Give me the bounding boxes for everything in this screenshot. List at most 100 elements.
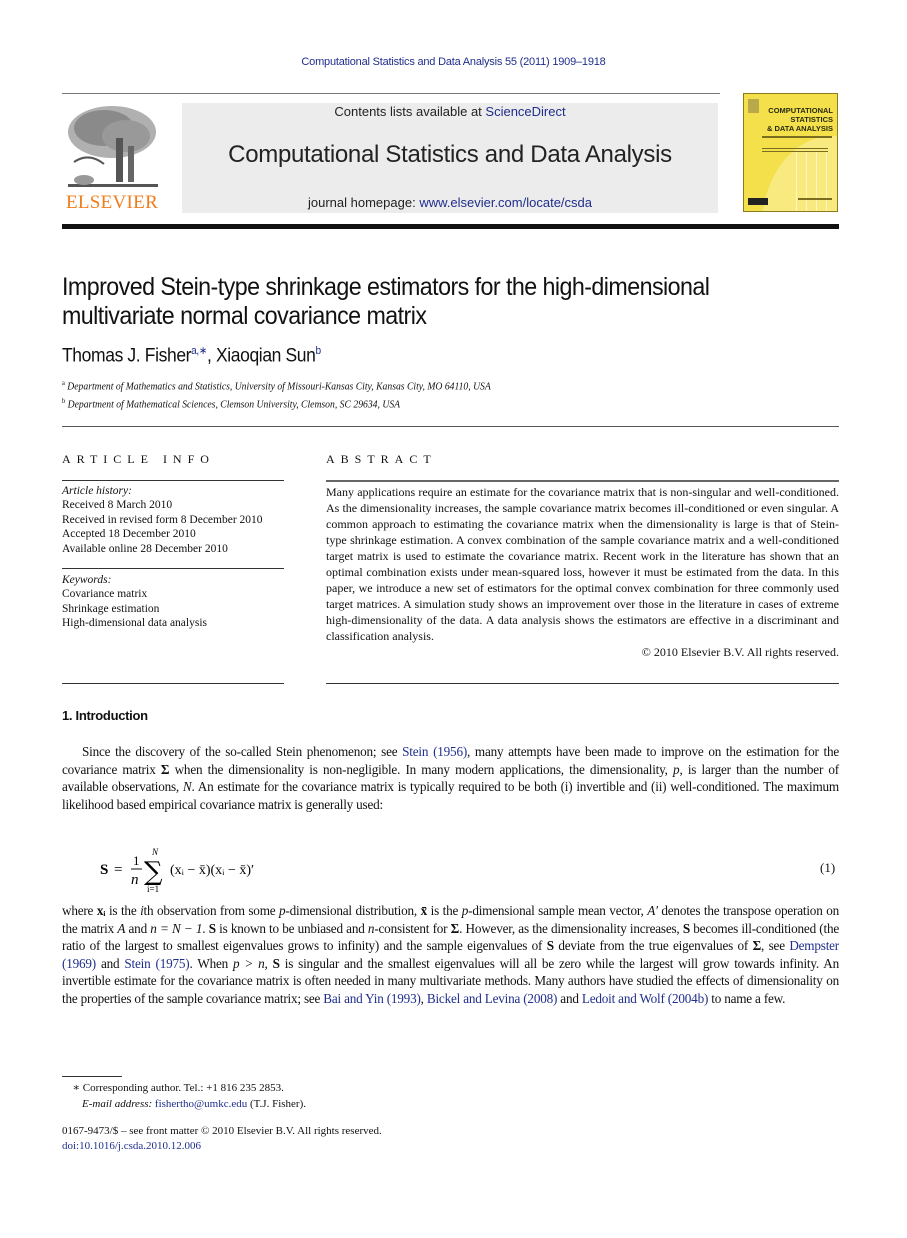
citation-link[interactable]: Stein (1956) bbox=[402, 744, 467, 759]
text: and bbox=[125, 920, 151, 936]
journal-cover[interactable]: COMPUTATIONAL STATISTICS & DATA ANALYSIS bbox=[743, 93, 838, 212]
eq-lhs: S bbox=[100, 862, 108, 878]
doi-link[interactable]: doi:10.1016/j.csda.2010.12.006 bbox=[62, 1140, 201, 1152]
affiliation-mark: a bbox=[62, 379, 65, 387]
doi-line: doi:10.1016/j.csda.2010.12.006 bbox=[62, 1139, 201, 1154]
cover-text-bar bbox=[762, 151, 828, 152]
text: where bbox=[62, 903, 97, 918]
email-suffix: (T.J. Fisher). bbox=[247, 1098, 306, 1110]
homepage-prefix: journal homepage: bbox=[308, 195, 420, 210]
citation-link[interactable]: Ledoit and Wolf (2004b) bbox=[582, 991, 709, 1006]
cover-stripe bbox=[826, 152, 827, 211]
history-item: Available online 28 December 2010 bbox=[62, 542, 228, 555]
eq-sum-sign: ∑ bbox=[144, 857, 163, 887]
equation-render: S = 1 n N ∑ i=1 (xᵢ − x̄)(xᵢ − x̄)′ bbox=[100, 847, 254, 894]
author-name: Thomas J. Fisher bbox=[62, 345, 192, 367]
citation-link[interactable]: Stein (1975) bbox=[124, 956, 189, 971]
text: deviate from the true eigenvalues of bbox=[553, 938, 753, 954]
text: . When bbox=[189, 955, 234, 971]
author-separator: , bbox=[206, 345, 216, 367]
cover-title-line3: & DATA ANALYSIS bbox=[767, 124, 833, 133]
text: , see bbox=[761, 938, 790, 954]
front-matter-divider bbox=[62, 426, 839, 427]
section-heading-introduction: 1. Introduction bbox=[62, 708, 148, 723]
affiliation-text: Department of Mathematics and Statistics… bbox=[67, 381, 491, 393]
equation-number: (1) bbox=[820, 860, 836, 875]
article-history: Article history: Received 8 March 2010 R… bbox=[62, 484, 284, 556]
text: th observation from some bbox=[143, 903, 280, 918]
eq-body: (xᵢ − x̄)(xᵢ − x̄)′ bbox=[170, 863, 254, 878]
affiliation-mark: b bbox=[62, 397, 66, 405]
abstract-text: Many applications require an estimate fo… bbox=[326, 485, 839, 643]
math-symbol: S bbox=[546, 938, 554, 954]
title-line-1: Improved Stein-type shrinkage estimators… bbox=[62, 273, 710, 301]
text: and bbox=[95, 955, 125, 971]
sciencedirect-link[interactable]: ScienceDirect bbox=[485, 104, 565, 119]
citation-link[interactable]: Bai and Yin (1993) bbox=[323, 991, 421, 1006]
header-thick-divider bbox=[62, 224, 839, 229]
text: is the bbox=[105, 903, 141, 918]
eq-frac-num: 1 bbox=[133, 853, 140, 868]
equation-1: S = 1 n N ∑ i=1 (xᵢ − x̄)(xᵢ − x̄)′ bbox=[100, 847, 300, 903]
contents-line: Contents lists available at ScienceDirec… bbox=[182, 104, 718, 119]
affiliation-b: b Department of Mathematical Sciences, C… bbox=[62, 397, 400, 411]
math-symbol: Σ bbox=[450, 920, 460, 936]
issn-line: 0167-9473/$ – see front matter © 2010 El… bbox=[62, 1125, 382, 1137]
text: to name a few. bbox=[708, 990, 786, 1006]
math-symbol: S bbox=[208, 920, 216, 936]
elsevier-logo[interactable]: ELSEVIER bbox=[62, 102, 162, 214]
math-symbol: A′ bbox=[647, 903, 658, 918]
email-link[interactable]: fishertho@umkc.edu bbox=[155, 1098, 247, 1110]
email-label: E-mail address: bbox=[82, 1098, 155, 1110]
eq-sum-lower: i=1 bbox=[147, 884, 159, 894]
abstract-body: Many applications require an estimate fo… bbox=[326, 484, 839, 660]
affiliation-a: a Department of Mathematics and Statisti… bbox=[62, 379, 491, 393]
footnote-email: E-mail address: fishertho@umkc.edu (T.J.… bbox=[82, 1097, 306, 1112]
eq-frac-den: n bbox=[131, 872, 139, 888]
article-info-heading: ARTICLE INFO bbox=[62, 452, 215, 466]
top-divider bbox=[62, 93, 720, 94]
text: . However, as the dimensionality increas… bbox=[459, 920, 683, 936]
keyword-item: Covariance matrix bbox=[62, 588, 148, 601]
cover-title-line2: STATISTICS bbox=[790, 115, 833, 124]
math-symbol: S bbox=[272, 955, 280, 971]
history-item: Accepted 18 December 2010 bbox=[62, 528, 196, 541]
cover-footer-bar bbox=[798, 198, 832, 200]
citation-link[interactable]: Bickel and Levina (2008) bbox=[427, 991, 558, 1006]
cover-badge bbox=[748, 198, 768, 205]
keyword-item: Shrinkage estimation bbox=[62, 602, 160, 615]
abstract-heading: ABSTRACT bbox=[326, 452, 437, 466]
abstract-copyright: © 2010 Elsevier B.V. All rights reserved… bbox=[641, 645, 839, 659]
cover-elsevier-icon bbox=[748, 99, 759, 113]
footnote-mark: ∗ bbox=[72, 1082, 80, 1094]
journal-title: Computational Statistics and Data Analys… bbox=[228, 141, 672, 168]
cover-subtitle-bar bbox=[762, 136, 832, 138]
cover-stripe bbox=[806, 152, 807, 211]
text: is the bbox=[427, 903, 462, 918]
affiliation-text: Department of Mathematical Sciences, Cle… bbox=[67, 399, 401, 411]
math-symbol: S bbox=[682, 920, 690, 936]
article-history-label: Article history: bbox=[62, 485, 132, 497]
abstract-bottom-divider bbox=[326, 683, 839, 684]
keyword-item: High-dimensional data analysis bbox=[62, 617, 207, 630]
text: -dimensional distribution, bbox=[285, 903, 421, 918]
homepage-link[interactable]: www.elsevier.com/locate/csda bbox=[419, 195, 592, 210]
text: is known to be unbiased and bbox=[215, 920, 368, 936]
author-affiliation-mark[interactable]: a,∗ bbox=[191, 345, 207, 357]
math-expression: n = N − 1 bbox=[150, 920, 203, 936]
math-expression: p > n, bbox=[233, 955, 273, 971]
intro-paragraph-1: Since the discovery of the so-called Ste… bbox=[62, 743, 839, 813]
cover-stripe bbox=[816, 152, 817, 211]
eq-equals: = bbox=[114, 862, 122, 878]
cover-title-line1: COMPUTATIONAL bbox=[768, 106, 833, 115]
article-title: Improved Stein-type shrinkage estimators… bbox=[62, 273, 787, 331]
article-info-bottom-divider bbox=[62, 683, 284, 684]
journal-homepage: journal homepage: www.elsevier.com/locat… bbox=[182, 195, 718, 210]
text: and bbox=[557, 990, 582, 1006]
footnote-text: Corresponding author. Tel.: +1 816 235 2… bbox=[82, 1082, 284, 1094]
cover-text-bar bbox=[762, 148, 828, 149]
author-affiliation-mark[interactable]: b bbox=[316, 345, 322, 357]
article-info-divider bbox=[62, 480, 284, 481]
contents-prefix: Contents lists available at bbox=[334, 104, 486, 119]
footnote-divider bbox=[62, 1076, 122, 1077]
